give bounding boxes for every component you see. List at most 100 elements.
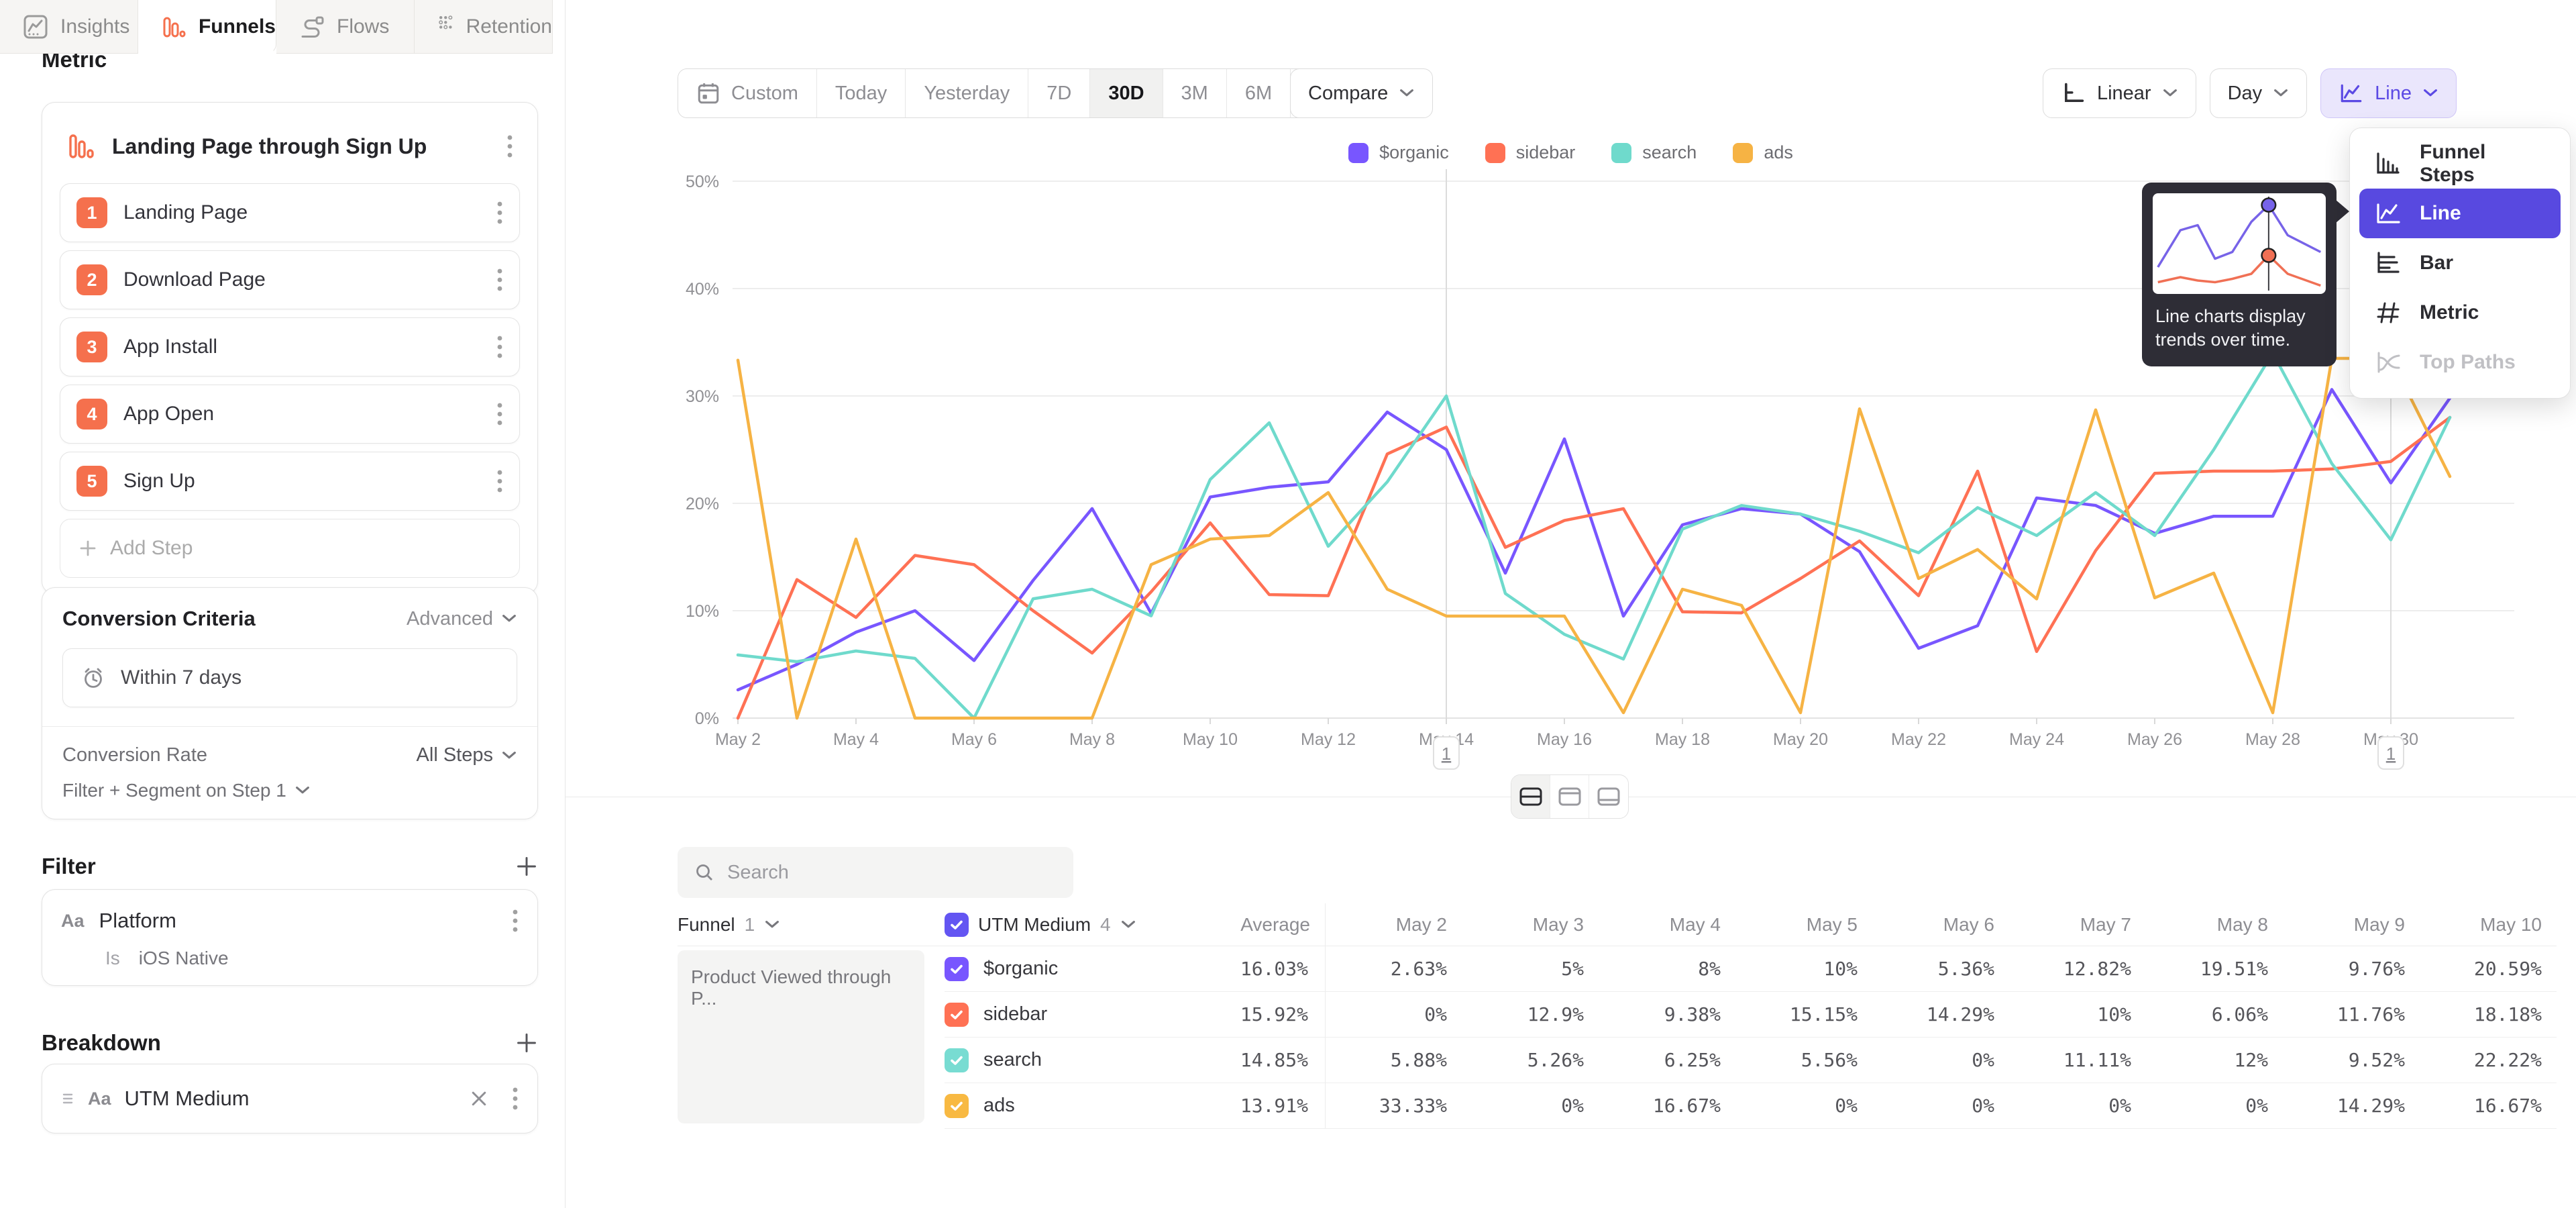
- range-3m[interactable]: 3M: [1163, 69, 1227, 117]
- value-cell: 10%: [1735, 946, 1872, 992]
- breakdown-column-header[interactable]: UTM Medium4: [945, 903, 1166, 946]
- breakdown-section-header: Breakdown: [42, 1030, 538, 1056]
- kebab-icon[interactable]: [512, 1087, 519, 1111]
- funnel-column-dropdown[interactable]: Funnel1: [678, 903, 945, 946]
- range-custom[interactable]: Custom: [678, 69, 817, 117]
- y-tick-label: 50%: [686, 172, 719, 191]
- legend-item-ads[interactable]: ads: [1733, 142, 1793, 163]
- add-breakdown-button[interactable]: [515, 1031, 538, 1054]
- value-cell: 0%: [1735, 1083, 1872, 1129]
- column-header-may-9: May 9: [2283, 903, 2420, 946]
- chart-legend: $organic sidebar search ads: [566, 142, 2576, 163]
- breakdown-property[interactable]: UTM Medium: [125, 1087, 455, 1111]
- layout-table-only-button[interactable]: [1589, 775, 1628, 818]
- row-checkbox[interactable]: [945, 1003, 969, 1027]
- select-all-checkbox[interactable]: [945, 913, 969, 937]
- annotation-badge[interactable]: 1: [1434, 737, 1459, 769]
- layout-chart-only-button[interactable]: [1550, 775, 1589, 818]
- layout-toggle: [1511, 774, 1629, 819]
- metric-section: Metric Landing Page through Sign Up: [42, 47, 538, 595]
- range-yesterday[interactable]: Yesterday: [906, 69, 1028, 117]
- line-chart-tooltip: Line charts display trends over time.: [2142, 183, 2337, 366]
- value-cell: 6.25%: [1599, 1038, 1735, 1083]
- breakdown-table: Funnel1UTM Medium4AverageMay 2May 3May 4…: [678, 903, 2557, 1129]
- row-label: $organic: [983, 958, 1058, 980]
- funnel-step-5[interactable]: 5Sign Up: [60, 452, 520, 511]
- row-checkbox[interactable]: [945, 1048, 969, 1072]
- menu-item-line[interactable]: Line: [2359, 189, 2561, 238]
- range-label: 7D: [1046, 83, 1071, 105]
- tab-insights[interactable]: Insights: [0, 0, 138, 54]
- range-today[interactable]: Today: [817, 69, 906, 117]
- funnel-step-1[interactable]: 1Landing Page: [60, 183, 520, 242]
- table-row-name-search: search: [945, 1038, 1166, 1083]
- step-label: Download Page: [123, 268, 496, 291]
- funnel-steps-list: 1Landing Page 2Download Page 3App Install 4…: [60, 183, 520, 511]
- tab-flows[interactable]: Flows: [276, 0, 415, 54]
- table-row-name-organic: $organic: [945, 946, 1166, 992]
- metric-icon: [2374, 299, 2402, 327]
- tooltip-preview-chart: [2153, 193, 2326, 294]
- advanced-dropdown[interactable]: Advanced: [407, 608, 517, 630]
- kebab-icon[interactable]: [512, 909, 519, 933]
- add-filter-button[interactable]: [515, 855, 538, 878]
- annotation-badge[interactable]: 1: [2378, 737, 2404, 769]
- kebab-icon[interactable]: [496, 469, 503, 493]
- funnel-step-4[interactable]: 4App Open: [60, 385, 520, 444]
- funnel-title: Landing Page through Sign Up: [112, 134, 490, 159]
- chart-type-dropdown[interactable]: Line: [2320, 68, 2457, 118]
- row-checkbox[interactable]: [945, 1094, 969, 1118]
- tab-label: Funnels: [199, 15, 276, 38]
- x-tick-label: May 4: [833, 730, 879, 749]
- tab-label: Insights: [60, 15, 129, 38]
- legend-label: sidebar: [1516, 142, 1576, 163]
- close-icon[interactable]: [469, 1089, 489, 1109]
- filter-operator[interactable]: Is: [105, 948, 120, 969]
- filter-value[interactable]: iOS Native: [139, 948, 229, 969]
- x-tick-label: May 22: [1891, 730, 1946, 749]
- filter-segment-dropdown[interactable]: Filter + Segment on Step 1: [62, 780, 517, 801]
- y-tick-label: 20%: [686, 495, 719, 513]
- menu-item-top-paths: Top Paths: [2359, 338, 2561, 387]
- menu-item-metric[interactable]: Metric: [2359, 288, 2561, 338]
- top-paths-icon: [2374, 348, 2402, 376]
- value-cell: 16.67%: [1599, 1083, 1735, 1129]
- granularity-dropdown[interactable]: Day: [2210, 68, 2308, 118]
- x-tick-label: May 28: [2245, 730, 2300, 749]
- funnel-col-count: 1: [745, 914, 755, 936]
- value-cell: 33.33%: [1325, 1083, 1462, 1129]
- tooltip-text: Line charts display trends over time.: [2155, 305, 2323, 352]
- funnel-step-2[interactable]: 2Download Page: [60, 250, 520, 309]
- layout-split-button[interactable]: [1511, 775, 1550, 818]
- conversion-rate-label: Conversion Rate: [62, 744, 207, 766]
- funnel-card-header[interactable]: Landing Page through Sign Up: [60, 119, 520, 174]
- scale-dropdown[interactable]: Linear: [2043, 68, 2196, 118]
- filter-property[interactable]: Platform: [99, 909, 497, 933]
- range-6m[interactable]: 6M: [1227, 69, 1291, 117]
- tab-retention[interactable]: Retention: [415, 0, 553, 54]
- legend-item-search[interactable]: search: [1611, 142, 1697, 163]
- menu-item-bar[interactable]: Bar: [2359, 238, 2561, 288]
- conversion-window-row[interactable]: Within 7 days: [62, 648, 517, 707]
- legend-item-organic[interactable]: $organic: [1348, 142, 1449, 163]
- search-input[interactable]: [727, 862, 1057, 884]
- row-checkbox[interactable]: [945, 957, 969, 981]
- tab-funnels[interactable]: Funnels: [138, 0, 276, 54]
- kebab-icon[interactable]: [496, 402, 503, 426]
- conversion-rate-dropdown[interactable]: All Steps: [417, 744, 517, 766]
- legend-item-sidebar[interactable]: sidebar: [1485, 142, 1576, 163]
- menu-item-funnel-steps[interactable]: Funnel Steps: [2359, 139, 2561, 189]
- add-step-button[interactable]: Add Step: [60, 519, 520, 578]
- value-cell: 9.76%: [2283, 946, 2420, 992]
- compare-button[interactable]: Compare: [1290, 68, 1433, 118]
- kebab-icon[interactable]: [496, 335, 503, 359]
- funnel-step-3[interactable]: 3App Install: [60, 317, 520, 376]
- x-tick-label: May 18: [1655, 730, 1710, 749]
- drag-handle-icon[interactable]: [61, 1089, 74, 1109]
- kebab-icon[interactable]: [496, 268, 503, 292]
- range-30d[interactable]: 30D: [1090, 69, 1163, 117]
- kebab-icon[interactable]: [496, 201, 503, 225]
- kebab-icon[interactable]: [506, 134, 513, 158]
- funnel-name-cell[interactable]: Product Viewed through P...: [678, 950, 924, 1123]
- range-7d[interactable]: 7D: [1028, 69, 1090, 117]
